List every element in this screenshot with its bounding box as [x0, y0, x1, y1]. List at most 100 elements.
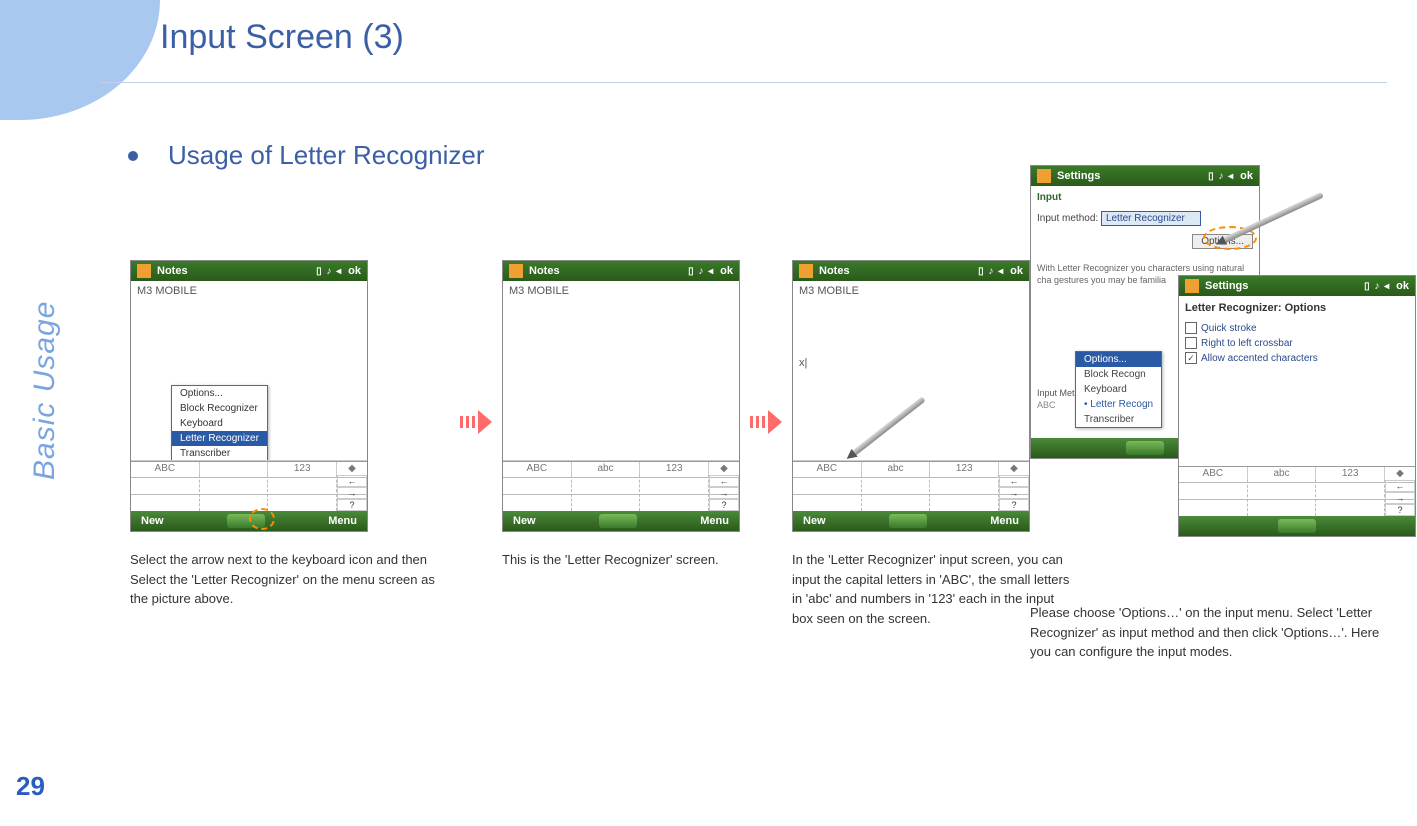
keyboard-icon[interactable] [1278, 519, 1316, 533]
stylus-icon [851, 396, 926, 456]
ime-write-zone[interactable] [268, 475, 337, 511]
keyboard-icon[interactable] [227, 514, 265, 528]
keyboard-icon[interactable] [1126, 441, 1164, 455]
bullet-text: Usage of Letter Recognizer [168, 140, 485, 171]
menu-item[interactable]: Keyboard [172, 416, 267, 431]
ime-zone-label: 123 [640, 462, 709, 475]
softkey-menu[interactable]: Menu [700, 515, 729, 527]
step-2: Notes ▯ ♪ ◂ ok M3 MOBILE ABC abc 123 ◆ [502, 260, 740, 570]
app-title: Notes [819, 265, 850, 277]
ime-panel: ABC abc 123 ◆ ←→? [793, 461, 1029, 511]
softkey-new[interactable]: New [141, 515, 164, 527]
menu-item-selected[interactable]: Options... [1076, 352, 1161, 367]
body-text: M3 MOBILE [509, 285, 733, 297]
ime-ctrl-label: ◆ [1385, 467, 1415, 480]
step-caption: Select the arrow next to the keyboard ic… [130, 550, 450, 609]
step-caption: Please choose 'Options…' on the input me… [1030, 603, 1400, 662]
ime-write-zone[interactable] [930, 475, 999, 511]
ime-zone-label: ABC [1179, 467, 1248, 480]
menu-item[interactable]: Transcriber [172, 446, 267, 461]
checkbox-label: Right to left crossbar [1201, 338, 1293, 349]
ok-button[interactable]: ok [720, 265, 733, 277]
checkbox-icon[interactable]: ✓ [1185, 352, 1197, 364]
checkbox-row[interactable]: ✓ Allow accented characters [1185, 352, 1409, 364]
notes-body: M3 MOBILE [503, 281, 739, 461]
softkey-new[interactable]: New [513, 515, 536, 527]
softkey-menu[interactable]: Menu [328, 515, 357, 527]
step-1: Notes ▯ ♪ ◂ ok M3 MOBILE Options... Bloc… [130, 260, 450, 609]
highlight-circle [249, 508, 275, 530]
menu-item[interactable]: • Letter Recogn [1076, 397, 1161, 412]
app-title: Settings [1057, 170, 1100, 182]
checkbox-row[interactable]: Right to left crossbar [1185, 337, 1409, 349]
ime-zone-label: ABC [503, 462, 572, 475]
ime-controls[interactable]: ←→? [1385, 480, 1415, 516]
keyboard-icon[interactable] [599, 514, 637, 528]
device-screenshot-1: Notes ▯ ♪ ◂ ok M3 MOBILE Options... Bloc… [130, 260, 368, 532]
ime-write-zone[interactable] [1248, 480, 1317, 516]
ime-write-zone[interactable] [793, 475, 862, 511]
device-screenshot-3: Notes ▯ ♪ ◂ ok M3 MOBILE x| ABC abc 123 … [792, 260, 1030, 532]
menu-item[interactable]: Options... [172, 386, 267, 401]
start-icon [1037, 169, 1051, 183]
menu-item[interactable]: Transcriber [1076, 412, 1161, 427]
flow-arrow-icon [750, 410, 782, 434]
ok-button[interactable]: ok [1010, 265, 1023, 277]
status-icons: ▯ ♪ ◂ [1208, 171, 1234, 182]
checkbox-icon[interactable] [1185, 337, 1197, 349]
menu-item[interactable]: Block Recogn [1076, 367, 1161, 382]
device-softkey-bar: New Menu [503, 511, 739, 531]
ok-button[interactable]: ok [1240, 170, 1253, 182]
flow-arrow-icon [460, 410, 492, 434]
keyboard-icon[interactable] [889, 514, 927, 528]
ime-zone-label: ABC [131, 462, 200, 475]
page-number: 29 [16, 771, 45, 802]
ime-write-zone[interactable] [200, 475, 269, 511]
softkey-menu[interactable]: Menu [990, 515, 1019, 527]
ime-write-zone[interactable] [503, 475, 572, 511]
device-settings-front: Settings ▯ ♪ ◂ ok Letter Recognizer: Opt… [1178, 275, 1416, 537]
ime-controls[interactable]: ←→? [709, 475, 739, 511]
softkey-new[interactable]: New [803, 515, 826, 527]
ime-write-zone[interactable] [572, 475, 641, 511]
menu-item-selected[interactable]: Letter Recognizer [172, 431, 267, 446]
app-title: Notes [157, 265, 188, 277]
device-titlebar: Settings ▯ ♪ ◂ ok [1031, 166, 1259, 186]
status-icons: ▯ ♪ ◂ [978, 266, 1004, 277]
ime-write-zone[interactable] [1179, 480, 1248, 516]
ok-button[interactable]: ok [348, 265, 361, 277]
checkbox-row[interactable]: Quick stroke [1185, 322, 1409, 334]
menu-item[interactable]: Keyboard [1076, 382, 1161, 397]
ok-button[interactable]: ok [1396, 280, 1409, 292]
input-method-menu[interactable]: Options... Block Recogn Keyboard • Lette… [1075, 351, 1162, 428]
ime-write-zone[interactable] [862, 475, 931, 511]
input-method-label: Input method: [1037, 213, 1098, 224]
bullet-icon [128, 151, 138, 161]
checkbox-label: Quick stroke [1201, 323, 1257, 334]
ime-zone-label: abc [862, 462, 931, 475]
device-screenshot-2: Notes ▯ ♪ ◂ ok M3 MOBILE ABC abc 123 ◆ [502, 260, 740, 532]
ime-ctrl-label: ◆ [999, 462, 1029, 475]
ime-write-zone[interactable] [1316, 480, 1385, 516]
ime-zone-label: 123 [268, 462, 337, 475]
body-text-extra: x| [799, 357, 1023, 369]
ime-controls[interactable]: ←→? [999, 475, 1029, 511]
notes-body: M3 MOBILE Options... Block Recognizer Ke… [131, 281, 367, 461]
ime-write-zone[interactable] [640, 475, 709, 511]
ime-controls[interactable]: ←→? [337, 475, 367, 511]
page-title: Input Screen (3) [160, 18, 404, 57]
device-softkey-bar: New Menu [793, 511, 1029, 531]
notes-body: M3 MOBILE x| [793, 281, 1029, 461]
input-method-menu[interactable]: Options... Block Recognizer Keyboard Let… [171, 385, 268, 461]
checkbox-icon[interactable] [1185, 322, 1197, 334]
ime-write-zone[interactable] [131, 475, 200, 511]
input-method-dropdown[interactable]: Letter Recognizer [1101, 211, 1201, 226]
tab-input[interactable]: Input [1037, 192, 1253, 203]
menu-item[interactable]: Block Recognizer [172, 401, 267, 416]
status-icons: ▯ ♪ ◂ [688, 266, 714, 277]
device-titlebar: Notes ▯ ♪ ◂ ok [793, 261, 1029, 281]
checkbox-label: Allow accented characters [1201, 353, 1318, 364]
ime-zone-label: 123 [930, 462, 999, 475]
step-caption: This is the 'Letter Recognizer' screen. [502, 550, 719, 570]
ime-zone-label: ABC [793, 462, 862, 475]
